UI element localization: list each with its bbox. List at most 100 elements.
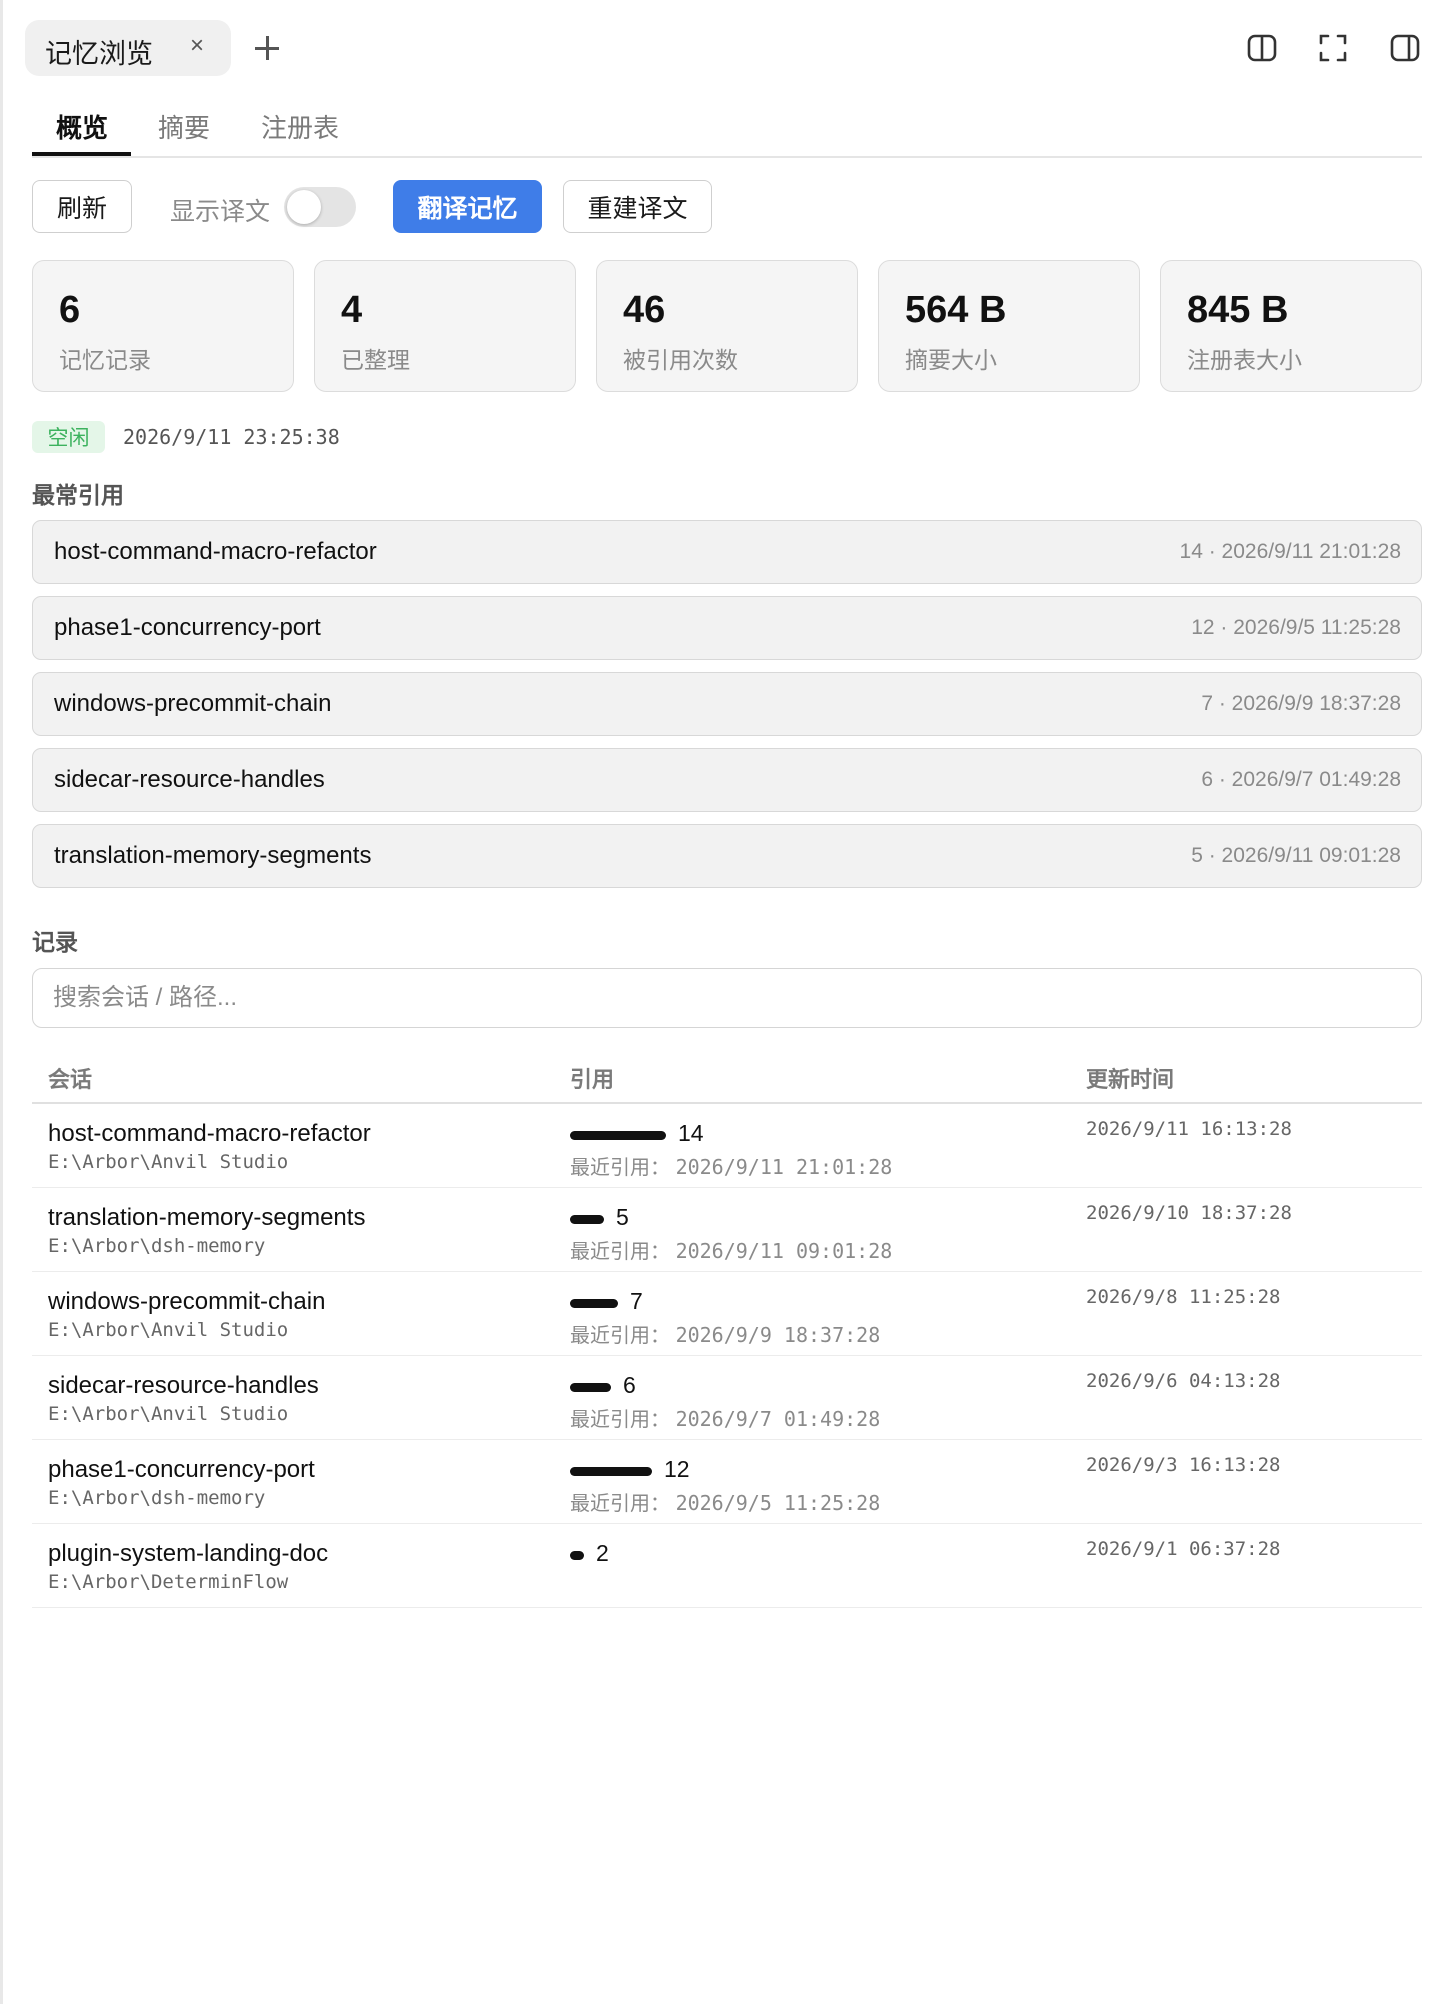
last-reference-label: 最近引用： xyxy=(570,1241,670,1263)
session-name: host-command-macro-refactor xyxy=(48,1120,371,1147)
status-badge: 空闲 xyxy=(32,421,105,453)
table-row[interactable]: plugin-system-landing-doc E:\Arbor\Determ… xyxy=(32,1524,1422,1608)
reference-bar xyxy=(570,1131,666,1140)
table-row[interactable]: host-command-macro-refactor E:\Arbor\Anvi… xyxy=(32,1104,1422,1188)
view-tabs: 概览 摘要 注册表 xyxy=(32,104,1422,158)
last-reference-time: 2026/9/9 18:37:28 xyxy=(675,1323,881,1347)
item-meta: 12 · 2026/9/5 11:25:28 xyxy=(1191,616,1401,639)
reference-bar xyxy=(570,1215,604,1224)
memory-browser-page: 记忆浏览 × 概览 摘要 注册表 刷新 显示译文 翻译记忆 重建译文 6 记忆记… xyxy=(25,0,1425,2004)
search-input[interactable] xyxy=(32,968,1422,1028)
session-path: E:\Arbor\dsh-memory xyxy=(48,1235,266,1257)
last-reference-time: 2026/9/7 01:49:28 xyxy=(675,1407,881,1431)
updated-time: 2026/9/8 11:25:28 xyxy=(1086,1286,1281,1308)
updated-time: 2026/9/1 06:37:28 xyxy=(1086,1538,1281,1560)
reference-count: 2 xyxy=(596,1540,609,1566)
session-name: phase1-concurrency-port xyxy=(48,1456,315,1483)
tab-label: 记忆浏览 xyxy=(45,39,153,69)
table-row[interactable]: windows-precommit-chain E:\Arbor\Anvil St… xyxy=(32,1272,1422,1356)
records-title: 记录 xyxy=(32,929,78,955)
most-referenced-item[interactable]: translation-memory-segments 5 · 2026/9/11… xyxy=(32,824,1422,888)
toolbar: 刷新 显示译文 翻译记忆 重建译文 xyxy=(32,180,1422,234)
last-reference-label: 最近引用： xyxy=(570,1409,670,1431)
updated-time: 2026/9/11 16:13:28 xyxy=(1086,1118,1292,1140)
item-name: host-command-macro-refactor xyxy=(54,538,377,565)
reference-bar xyxy=(570,1551,584,1560)
last-reference-time: 2026/9/11 21:01:28 xyxy=(675,1155,893,1179)
item-name: windows-precommit-chain xyxy=(54,690,332,717)
item-meta: 14 · 2026/9/11 21:01:28 xyxy=(1179,540,1401,563)
last-reference-label: 最近引用： xyxy=(570,1325,670,1347)
tab-overview[interactable]: 概览 xyxy=(56,108,108,145)
tab-memory-browser[interactable]: 记忆浏览 × xyxy=(25,20,231,76)
show-translation-toggle[interactable] xyxy=(284,187,356,227)
last-reference: 最近引用： 2026/9/7 01:49:28 xyxy=(570,1403,880,1432)
tab-registry[interactable]: 注册表 xyxy=(261,108,339,145)
table-row[interactable]: phase1-concurrency-port E:\Arbor\dsh-memo… xyxy=(32,1440,1422,1524)
stat-card-organized: 4 已整理 xyxy=(314,260,576,392)
item-name: phase1-concurrency-port xyxy=(54,614,321,641)
plus-icon[interactable] xyxy=(245,26,289,70)
split-view-icon[interactable] xyxy=(1242,28,1282,68)
table-row[interactable]: translation-memory-segments E:\Arbor\dsh-… xyxy=(32,1188,1422,1272)
item-meta: 7 · 2026/9/9 18:37:28 xyxy=(1201,692,1401,715)
session-name: sidecar-resource-handles xyxy=(48,1372,319,1399)
table-row[interactable]: sidecar-resource-handles E:\Arbor\Anvil S… xyxy=(32,1356,1422,1440)
session-path: E:\Arbor\Anvil Studio xyxy=(48,1319,289,1341)
refresh-button[interactable]: 刷新 xyxy=(32,180,132,233)
translate-memory-button[interactable]: 翻译记忆 xyxy=(393,180,542,233)
last-reference: 最近引用： 2026/9/9 18:37:28 xyxy=(570,1319,880,1348)
updated-time: 2026/9/3 16:13:28 xyxy=(1086,1454,1281,1476)
item-meta: 5 · 2026/9/11 09:01:28 xyxy=(1191,844,1401,867)
stat-card-references: 46 被引用次数 xyxy=(596,260,858,392)
most-referenced-item[interactable]: phase1-concurrency-port 12 · 2026/9/5 11:… xyxy=(32,596,1422,660)
updated-time: 2026/9/10 18:37:28 xyxy=(1086,1202,1292,1224)
stat-value: 6 xyxy=(59,289,81,331)
stat-label: 被引用次数 xyxy=(623,347,738,373)
show-translation-label: 显示译文 xyxy=(170,198,271,226)
stat-value: 4 xyxy=(341,289,363,331)
active-tab-indicator xyxy=(32,152,131,156)
column-header-references[interactable]: 引用 xyxy=(570,1062,614,1094)
session-path: E:\Arbor\DeterminFlow xyxy=(48,1571,289,1593)
stat-card-summary-size: 564 B 摘要大小 xyxy=(878,260,1140,392)
column-header-updated[interactable]: 更新时间 xyxy=(1086,1062,1174,1094)
most-referenced-title: 最常引用 xyxy=(32,482,124,508)
fullscreen-icon[interactable] xyxy=(1313,28,1353,68)
session-path: E:\Arbor\dsh-memory xyxy=(48,1487,266,1509)
updated-time: 2026/9/6 04:13:28 xyxy=(1086,1370,1281,1392)
tab-summary[interactable]: 摘要 xyxy=(158,108,210,145)
most-referenced-item[interactable]: windows-precommit-chain 7 · 2026/9/9 18:3… xyxy=(32,672,1422,736)
stat-card-records: 6 记忆记录 xyxy=(32,260,294,392)
most-referenced-item[interactable]: sidecar-resource-handles 6 · 2026/9/7 01:… xyxy=(32,748,1422,812)
session-name: translation-memory-segments xyxy=(48,1204,366,1231)
last-reference: 最近引用： 2026/9/11 21:01:28 xyxy=(570,1151,892,1180)
reference-bar xyxy=(570,1299,618,1308)
last-reference-time: 2026/9/11 09:01:28 xyxy=(675,1239,893,1263)
session-name: windows-precommit-chain xyxy=(48,1288,326,1315)
most-referenced-item[interactable]: host-command-macro-refactor 14 · 2026/9/1… xyxy=(32,520,1422,584)
column-header-session[interactable]: 会话 xyxy=(48,1062,92,1094)
session-name: plugin-system-landing-doc xyxy=(48,1540,329,1567)
reference-count: 7 xyxy=(630,1288,643,1314)
last-reference: 最近引用： 2026/9/11 09:01:28 xyxy=(570,1235,892,1264)
stat-label: 注册表大小 xyxy=(1187,347,1302,373)
tab-bar: 记忆浏览 × xyxy=(25,20,1425,78)
status-timestamp: 2026/9/11 23:25:38 xyxy=(123,425,340,449)
last-reference: 最近引用： 2026/9/5 11:25:28 xyxy=(570,1487,880,1516)
last-reference-label: 最近引用： xyxy=(570,1493,670,1515)
stat-label: 记忆记录 xyxy=(59,347,151,373)
sidebar-right-icon[interactable] xyxy=(1385,28,1425,68)
last-reference-time: 2026/9/5 11:25:28 xyxy=(675,1491,881,1515)
stat-label: 摘要大小 xyxy=(905,347,997,373)
stat-card-registry-size: 845 B 注册表大小 xyxy=(1160,260,1422,392)
reference-count: 12 xyxy=(664,1456,690,1482)
close-icon[interactable]: × xyxy=(181,30,213,62)
item-name: sidecar-resource-handles xyxy=(54,766,325,793)
session-path: E:\Arbor\Anvil Studio xyxy=(48,1151,289,1173)
rebuild-translation-button[interactable]: 重建译文 xyxy=(563,180,712,233)
window-left-border xyxy=(0,0,3,2004)
last-reference-label: 最近引用： xyxy=(570,1157,670,1179)
stat-label: 已整理 xyxy=(341,347,410,373)
reference-bar xyxy=(570,1467,652,1476)
